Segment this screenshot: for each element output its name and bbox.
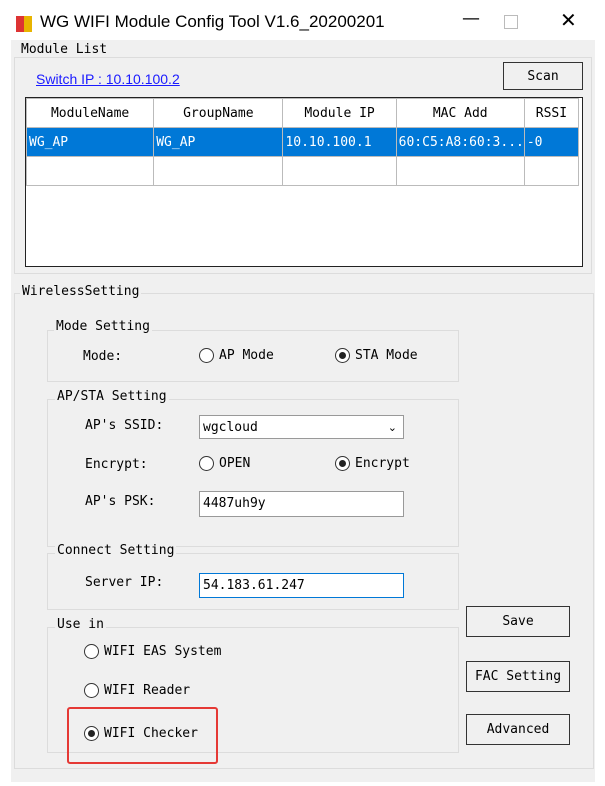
radio-icon <box>199 348 214 363</box>
mode-setting-label: Mode Setting <box>54 319 152 334</box>
use-in-label: Use in <box>55 617 106 632</box>
ap-mode-label: AP Mode <box>219 348 274 363</box>
radio-icon <box>84 683 99 698</box>
encrypt-option-label: Encrypt <box>355 456 410 471</box>
save-button[interactable]: Save <box>466 606 570 637</box>
wifi-eas-label: WIFI EAS System <box>104 644 222 659</box>
column-header[interactable]: GroupName <box>153 98 284 128</box>
fac-setting-button[interactable]: FAC Setting <box>466 661 570 692</box>
ssid-combobox[interactable]: wgcloud ⌄ <box>199 415 404 439</box>
close-button[interactable]: ✕ <box>560 8 577 32</box>
maximize-button[interactable] <box>504 15 518 29</box>
encrypt-label: Encrypt: <box>85 457 148 472</box>
open-label: OPEN <box>219 456 251 471</box>
server-ip-input[interactable]: 54.183.61.247 <box>199 573 404 598</box>
ap-mode-radio[interactable]: AP Mode <box>199 348 274 363</box>
column-header[interactable]: RSSI <box>523 98 580 128</box>
chevron-down-icon: ⌄ <box>387 421 397 434</box>
ssid-label: AP's SSID: <box>85 418 164 433</box>
wifi-reader-radio[interactable]: WIFI Reader <box>84 683 190 698</box>
cell-mac: 60:C5:A8:60:3... <box>395 127 525 157</box>
table-row-empty[interactable] <box>25 156 580 186</box>
radio-icon <box>199 456 214 471</box>
table-header: ModuleName GroupName Module IP MAC Add R… <box>25 98 580 128</box>
encrypt-radio[interactable]: Encrypt <box>335 456 410 471</box>
cell-group-name: WG_AP <box>153 127 284 157</box>
column-header[interactable]: ModuleName <box>25 98 155 128</box>
wireless-setting-label: WirelessSetting <box>20 284 142 299</box>
cell-rssi: -0 <box>523 127 580 157</box>
app-icon <box>16 16 32 32</box>
column-header[interactable]: Module IP <box>282 98 397 128</box>
radio-checked-icon <box>335 456 350 471</box>
minimize-button[interactable]: — <box>462 8 480 29</box>
psk-input[interactable]: 4487uh9y <box>199 491 404 517</box>
mode-label: Mode: <box>83 349 123 364</box>
module-list-label: Module List <box>19 42 110 57</box>
radio-checked-icon <box>335 348 350 363</box>
module-table: ModuleName GroupName Module IP MAC Add R… <box>25 97 583 267</box>
connect-setting-label: Connect Setting <box>55 543 177 558</box>
scan-button[interactable]: Scan <box>503 62 583 90</box>
cell-module-ip: 10.10.100.1 <box>282 127 397 157</box>
ssid-value: wgcloud <box>203 420 258 435</box>
highlight-box <box>67 707 218 764</box>
open-radio[interactable]: OPEN <box>199 456 250 471</box>
switch-ip-link[interactable]: Switch IP : 10.10.100.2 <box>36 71 180 87</box>
table-row[interactable]: WG_AP WG_AP 10.10.100.1 60:C5:A8:60:3...… <box>25 127 580 157</box>
server-ip-label: Server IP: <box>85 575 164 590</box>
column-header[interactable]: MAC Add <box>395 98 525 128</box>
sta-mode-radio[interactable]: STA Mode <box>335 348 418 363</box>
advanced-button[interactable]: Advanced <box>466 714 570 745</box>
cell-module-name: WG_AP <box>25 127 155 157</box>
sta-mode-label: STA Mode <box>355 348 418 363</box>
psk-label: AP's PSK: <box>85 494 156 509</box>
radio-icon <box>84 644 99 659</box>
window-title: WG WIFI Module Config Tool V1.6_20200201 <box>40 12 385 31</box>
wifi-eas-radio[interactable]: WIFI EAS System <box>84 644 221 659</box>
wifi-reader-label: WIFI Reader <box>104 683 191 698</box>
ap-sta-setting-label: AP/STA Setting <box>55 389 169 404</box>
